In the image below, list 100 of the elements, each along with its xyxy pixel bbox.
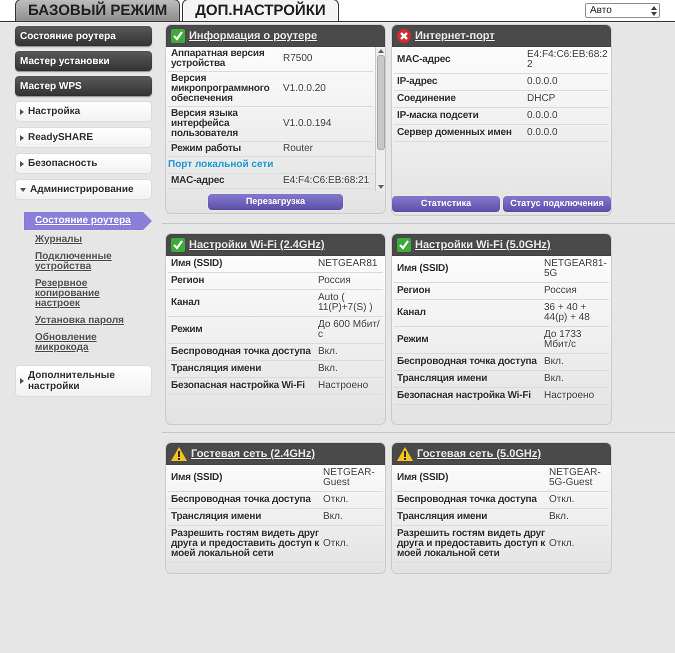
row-value: Откл. bbox=[323, 539, 348, 549]
row-label: Безопасная настройка Wi-Fi bbox=[170, 381, 306, 391]
row-label: Разрешить гостям видеть друг друга и предоставить доступ к моей локальной сети bbox=[170, 529, 320, 559]
panel-title-link[interactable]: Гостевая сеть (2.4GHz) bbox=[191, 446, 316, 462]
action-button[interactable]: Статус подключения bbox=[503, 196, 611, 212]
row-value: E4:F4:C6:EB:68:21 bbox=[283, 176, 370, 186]
scrollbar[interactable] bbox=[375, 47, 385, 191]
row-value: Вкл. bbox=[549, 512, 569, 522]
scroll-up-icon bbox=[378, 49, 384, 53]
row-value: Россия bbox=[544, 286, 577, 296]
action-button[interactable]: Перезагрузка bbox=[208, 194, 343, 210]
scroll-down-icon bbox=[378, 185, 384, 189]
row-value: 0.0.0.0 bbox=[527, 77, 558, 87]
row-label: Соединение bbox=[396, 94, 457, 104]
row-value: 36 + 40 + 44(p) + 48 bbox=[544, 303, 591, 323]
submenu-link[interactable]: Журналы bbox=[24, 235, 134, 245]
row-value: V1.0.0.20 bbox=[283, 84, 326, 94]
sidebar-button[interactable]: Мастер установки bbox=[15, 51, 152, 71]
scrollbar-thumb[interactable] bbox=[376, 55, 384, 150]
row-value: До 1733 Мбит/с bbox=[544, 330, 582, 350]
row-label: Имя (SSID) bbox=[396, 473, 450, 483]
caret-right-icon bbox=[20, 134, 24, 140]
row-label: Аппаратная версия устройства bbox=[170, 49, 266, 69]
row-label: Имя (SSID) bbox=[170, 473, 224, 483]
row-label: Режим работы bbox=[170, 144, 242, 154]
row-label: Беспроводная точка доступа bbox=[170, 347, 312, 357]
row-label: IP-маска подсети bbox=[396, 111, 480, 121]
row-label: MAC-адрес bbox=[170, 176, 226, 186]
panel-title-link[interactable]: Настройки Wi-Fi (2.4GHz) bbox=[189, 236, 325, 254]
row-label: Трансляция имени bbox=[170, 364, 262, 374]
row-value: R7500 bbox=[283, 54, 312, 64]
submenu-link[interactable]: Установка пароля bbox=[24, 316, 134, 326]
row-label: Регион bbox=[396, 286, 432, 296]
row-value: Вкл. bbox=[323, 512, 343, 522]
row-value: Вкл. bbox=[318, 347, 338, 357]
row-value: Вкл. bbox=[544, 374, 564, 384]
row-label: Трансляция имени bbox=[396, 512, 488, 522]
row-label: Беспроводная точка доступа bbox=[170, 495, 312, 505]
panel-title-link[interactable]: Гостевая сеть (5.0GHz) bbox=[417, 446, 542, 462]
spinner-icon bbox=[651, 6, 657, 16]
row-label: IP-адрес bbox=[396, 77, 438, 87]
row-value: Откл. bbox=[323, 495, 348, 505]
caret-right-icon bbox=[20, 160, 24, 166]
sidebar-section[interactable]: Настройка bbox=[15, 101, 152, 122]
row-label: Трансляция имени bbox=[170, 512, 262, 522]
sidebar-section[interactable]: Безопасность bbox=[15, 153, 152, 174]
row-value: DHCP bbox=[527, 94, 556, 104]
row-value: NETGEAR-Guest bbox=[323, 468, 376, 488]
row-label: Безопасная настройка Wi-Fi bbox=[396, 391, 532, 401]
row-label: Имя (SSID) bbox=[396, 264, 450, 274]
panel-title-link[interactable]: Настройки Wi-Fi (5.0GHz) bbox=[415, 236, 551, 254]
row-label: Регион bbox=[170, 276, 206, 286]
row-value: Auto ( 11(P)+7(S) ) bbox=[318, 293, 374, 313]
row-label: Имя (SSID) bbox=[170, 259, 224, 269]
row-value: V1.0.0.194 bbox=[283, 119, 332, 129]
row-value: Откл. bbox=[549, 495, 574, 505]
row-value: NETGEAR-5G-Guest bbox=[549, 468, 602, 488]
row-label: Режим bbox=[170, 325, 204, 335]
row-value: NETGEAR81 bbox=[318, 259, 378, 269]
row-value: Настроено bbox=[318, 381, 368, 391]
row-label: Канал bbox=[170, 298, 201, 308]
row-value: Россия bbox=[318, 276, 351, 286]
mode-tab[interactable]: ДОП.НАСТРОЙКИ bbox=[182, 0, 339, 21]
row-label: Канал bbox=[396, 308, 427, 318]
sidebar-section[interactable]: Дополнительные настройки bbox=[15, 365, 152, 397]
caret-right-icon bbox=[20, 108, 24, 114]
panel-title-link[interactable]: Информация о роутере bbox=[189, 28, 318, 44]
row-value: До 600 Мбит/с bbox=[318, 320, 381, 340]
panel-title-link[interactable]: Интернет-порт bbox=[415, 28, 495, 44]
submenu-link[interactable]: Резервное копирование настроек bbox=[24, 279, 134, 309]
sidebar-section[interactable]: ReadySHARE bbox=[15, 127, 152, 148]
row-label: Режим bbox=[396, 335, 430, 345]
submenu-link[interactable]: Подключенные устройства bbox=[24, 252, 134, 272]
mode-tab[interactable]: БАЗОВЫЙ РЕЖИМ bbox=[15, 0, 180, 21]
row-value: Вкл. bbox=[544, 357, 564, 367]
row-value: Вкл. bbox=[318, 364, 338, 374]
row-value: 0.0.0.0 bbox=[527, 128, 558, 138]
row-label: MAC-адрес bbox=[396, 55, 452, 65]
row-value: Настроено bbox=[544, 391, 594, 401]
row-value: Откл. bbox=[549, 539, 574, 549]
sidebar-button[interactable]: Мастер WPS bbox=[15, 76, 152, 96]
section-heading: Порт локальной сети bbox=[166, 157, 375, 174]
row-label: Версия языка интерфейса пользователя bbox=[170, 109, 240, 139]
submenu-link[interactable]: Обновление микрокода bbox=[24, 333, 134, 353]
row-value: 0.0.0.0 bbox=[527, 111, 558, 121]
sidebar-section[interactable]: Администрирование bbox=[15, 179, 152, 200]
row-label: Беспроводная точка доступа bbox=[396, 357, 538, 367]
row-label: Версия микропрограммного обеспечения bbox=[170, 74, 271, 104]
row-value: E4:F4:C6:EB:68:22 bbox=[527, 50, 609, 70]
caret-down-icon bbox=[20, 188, 26, 192]
row-label: Беспроводная точка доступа bbox=[396, 495, 538, 505]
caret-right-icon bbox=[20, 378, 24, 384]
sidebar-button[interactable]: Состояние роутера bbox=[15, 26, 152, 46]
row-label: Сервер доменных имен bbox=[396, 128, 513, 138]
row-value: NETGEAR81-5G bbox=[544, 259, 608, 279]
action-button[interactable]: Статистика bbox=[392, 196, 500, 212]
row-label: Трансляция имени bbox=[396, 374, 488, 384]
language-select[interactable]: Авто bbox=[585, 3, 660, 18]
row-value: Router bbox=[283, 144, 314, 154]
row-label: Разрешить гостям видеть друг друга и предоставить доступ к моей локальной сети bbox=[396, 529, 546, 559]
